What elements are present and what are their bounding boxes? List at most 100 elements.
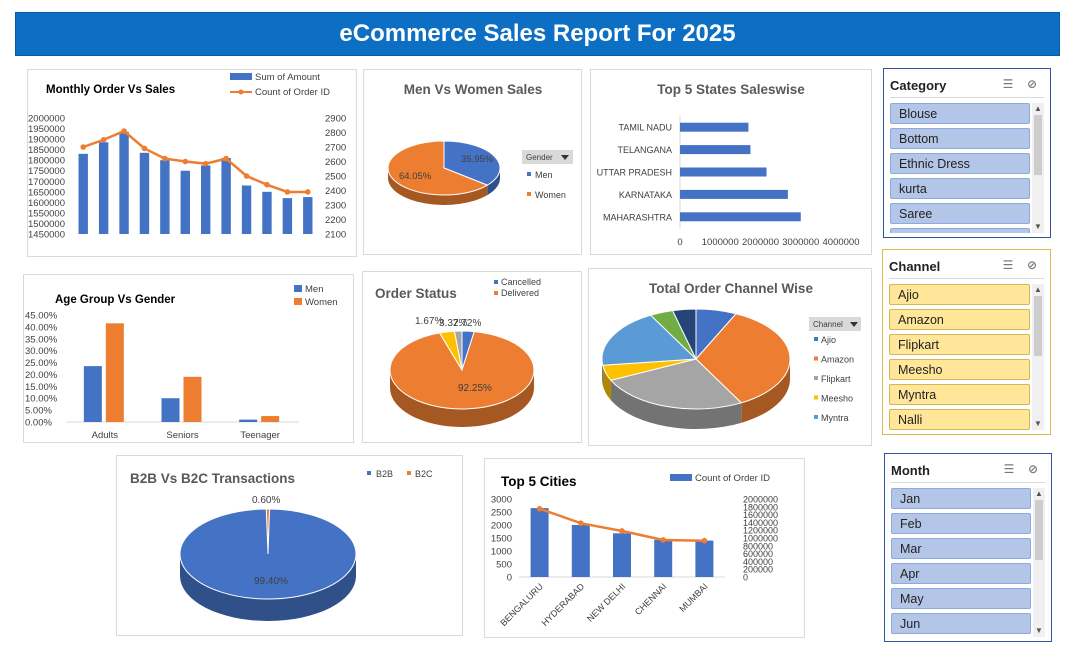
slicer-item-may[interactable]: May	[891, 588, 1031, 609]
data-label-delivered: 92.25%	[458, 383, 492, 394]
right-tick-label: 2200	[325, 215, 346, 226]
bar-women-adults	[105, 323, 124, 422]
category-label: KARNATAKA	[619, 190, 672, 200]
bar-amount-feb	[98, 142, 109, 234]
men-women-sales-chart[interactable]: Men Vs Women Sales 35.95% 64.05% Gender Men W…	[363, 69, 582, 255]
order-status-chart[interactable]: Order Status Cancelled Delivered 92.25% 1.67…	[362, 271, 582, 443]
slicer-item-jan[interactable]: Jan	[891, 488, 1031, 509]
slicer-item-saree[interactable]: Saree	[890, 203, 1030, 224]
b2b-b2c-chart[interactable]: B2B Vs B2C Transactions B2B B2C 0.60% 99.40%	[116, 455, 463, 636]
slicer-item-ethnic-dress[interactable]: Ethnic Dress	[890, 153, 1030, 174]
slicer-header: Month ☰ ⊘	[891, 460, 1045, 483]
slicer-item-flipkart[interactable]: Flipkart	[889, 334, 1030, 355]
slicer-item-blouse[interactable]: Blouse	[890, 103, 1030, 124]
order-channel-chart[interactable]: Total Order Channel Wise Channel Ajio Amazo…	[588, 268, 872, 446]
data-label-b2c: 0.60%	[252, 495, 280, 506]
y-tick-label: 40.00%	[25, 322, 58, 333]
bar-women-teenager	[261, 416, 280, 422]
category-slicer[interactable]: Category ☰ ⊘ Blouse Bottom Ethnic Dress kurta S…	[883, 68, 1051, 238]
slicer-item-meesho[interactable]: Meesho	[889, 359, 1030, 380]
category-label: NEW DELHI	[585, 581, 627, 623]
slicer-scrollbar[interactable]: ▲ ▼	[1033, 488, 1045, 637]
bar-maharashtra	[680, 212, 801, 222]
left-tick-label: 1550000	[28, 208, 65, 219]
scroll-thumb[interactable]	[1035, 500, 1043, 560]
slicer-item-set[interactable]: Set	[890, 228, 1030, 233]
left-tick-label: 1950000	[28, 124, 65, 135]
category-label: HYDERABAD	[540, 581, 587, 628]
left-tick-label: 0	[507, 573, 512, 584]
slicer-item-myntra[interactable]: Myntra	[889, 384, 1030, 405]
top-states-chart[interactable]: Top 5 States Saleswise TAMIL NADU TELANGAN…	[590, 69, 872, 255]
y-tick-label: 45.00%	[25, 311, 58, 322]
slicer-item-mar[interactable]: Mar	[891, 538, 1031, 559]
slicer-scrollbar[interactable]: ▲ ▼	[1032, 284, 1044, 430]
bar-tamil-nadu	[680, 122, 749, 132]
y-tick-label: 0.00%	[25, 418, 52, 429]
scroll-down-icon[interactable]: ▼	[1033, 625, 1045, 637]
y-tick-label: 30.00%	[25, 346, 58, 357]
report-title-banner: eCommerce Sales Report For 2025	[15, 12, 1060, 56]
scroll-up-icon[interactable]: ▲	[1032, 103, 1044, 115]
clear-filter-icon[interactable]: ⊘	[1025, 462, 1041, 478]
right-tick-label: 2800	[325, 128, 346, 139]
bar-count-hyderabad	[571, 525, 590, 577]
slicer-item-apr[interactable]: Apr	[891, 563, 1031, 584]
category-label: UTTAR PRADESH	[597, 168, 672, 178]
scroll-up-icon[interactable]: ▲	[1033, 488, 1045, 500]
left-tick-label: 1600000	[28, 198, 65, 209]
x-tick-label: 1000000	[702, 237, 739, 248]
clear-filter-icon[interactable]: ⊘	[1024, 77, 1040, 93]
bar-men-seniors	[161, 398, 180, 422]
scroll-thumb[interactable]	[1034, 296, 1042, 356]
age-group-gender-chart[interactable]: Age Group Vs Gender Men Women 0.00% 5.00% 10.…	[23, 274, 354, 443]
left-tick-label: 500	[496, 560, 512, 571]
point-count-dec	[304, 189, 311, 195]
y-tick-label: 10.00%	[25, 394, 58, 405]
month-slicer[interactable]: Month☰⊘JanFebMarAprMayJunJul▲▼	[884, 453, 1052, 642]
x-tick-label: 3000000	[782, 237, 819, 248]
category-label: MUMBAI	[677, 581, 710, 614]
slicer-item-amazon[interactable]: Amazon	[889, 309, 1030, 330]
bar-amount-nov	[282, 198, 293, 234]
legend-swatch-b2c	[407, 471, 411, 475]
channel-slicer[interactable]: Channel ☰ ⊘ Ajio Amazon Flipkart Meesho Myntra N…	[882, 249, 1051, 435]
clear-filter-icon[interactable]: ⊘	[1024, 258, 1040, 274]
chart-title: B2B Vs B2C Transactions	[130, 471, 295, 486]
scroll-thumb[interactable]	[1034, 115, 1042, 175]
left-tick-label: 1750000	[28, 166, 65, 177]
monthly-order-sales-chart[interactable]: Monthly Order Vs Sales Sum of Amount Count…	[27, 69, 357, 257]
multi-select-icon[interactable]: ☰	[1000, 77, 1016, 93]
legend-header: Gender	[526, 153, 553, 162]
bar-count-bengaluru	[530, 508, 549, 577]
legend-swatch-b2b	[367, 471, 371, 475]
slicer-item-feb[interactable]: Feb	[891, 513, 1031, 534]
scroll-down-icon[interactable]: ▼	[1032, 221, 1044, 233]
scroll-up-icon[interactable]: ▲	[1032, 284, 1044, 296]
top-cities-chart[interactable]: Top 5 Cities Count of Order ID 0 500 1000 150…	[484, 458, 805, 638]
multi-select-icon[interactable]: ☰	[1000, 258, 1016, 274]
slicer-title: Channel	[889, 259, 941, 274]
category-label: TELANGANA	[617, 145, 672, 155]
point-amount-mumbai	[701, 537, 708, 544]
scroll-down-icon[interactable]: ▼	[1032, 418, 1044, 430]
legend-label-men: Men	[305, 284, 323, 295]
chart-title: Monthly Order Vs Sales	[46, 84, 175, 96]
legend-swatch-myntra	[814, 415, 818, 419]
slicer-item-kurta[interactable]: kurta	[890, 178, 1030, 199]
slicer-item-ajio[interactable]: Ajio	[889, 284, 1030, 305]
slicer-item-bottom[interactable]: Bottom	[890, 128, 1030, 149]
category-label: Seniors	[166, 430, 198, 441]
right-tick-label: 2500	[325, 172, 346, 183]
slicer-scrollbar[interactable]: ▲ ▼	[1032, 103, 1044, 233]
slicer-item-nalli[interactable]: Nalli	[889, 409, 1030, 430]
category-label: TAMIL NADU	[618, 123, 672, 133]
y-tick-label: 15.00%	[25, 382, 58, 393]
multi-select-icon[interactable]: ☰	[1001, 462, 1017, 478]
left-tick-label: 1850000	[28, 145, 65, 156]
point-amount-chennai	[660, 537, 666, 543]
slicer-item-jun[interactable]: Jun	[891, 613, 1031, 634]
x-tick-label: 0	[677, 237, 682, 248]
bar-amount-may	[160, 160, 170, 234]
point-count-jul	[202, 160, 209, 167]
